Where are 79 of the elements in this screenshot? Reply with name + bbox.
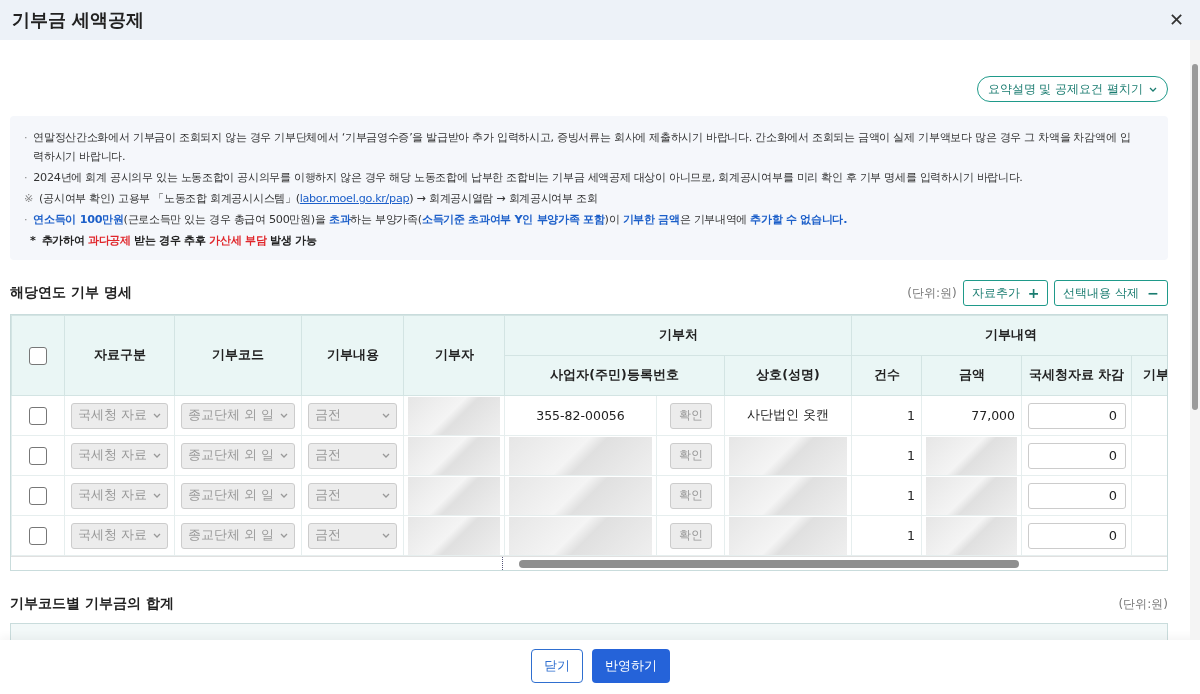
content-select[interactable]: 금전 <box>308 402 397 429</box>
verify-button[interactable]: 확인 <box>669 442 712 469</box>
apply-button[interactable]: 반영하기 <box>591 649 670 683</box>
unit-label: (단위:원) <box>1118 595 1168 613</box>
unit-label: (단위:원) <box>907 284 957 302</box>
section-title: 해당연도 기부 명세 <box>10 284 132 302</box>
deduct-field[interactable]: 0 <box>1028 402 1126 429</box>
cell-text: 355-82-00056 <box>536 408 625 423</box>
caret-icon <box>382 413 390 418</box>
caret-icon <box>153 453 161 458</box>
caret-icon <box>1149 86 1157 92</box>
deduct-field[interactable]: 0 <box>1028 482 1126 509</box>
column-header: 기부자 <box>403 315 505 396</box>
notice-text: (공시여부 확인) 고용부 「노동조합 회계공시시스템」(labor.moel.go.kr/pap) → 회계공시열람 → 회계공시여부 조회 <box>39 191 598 207</box>
notice-text: 연말정산간소화에서 기부금이 조회되지 않는 경우 기부단체에서 ‘기부금영수증’을 발급받아 추가 입력하시고, 증빙서류는 회사에 제출하시기 바랍니다. 간소화에서 조회되는 금액이 실제 기부액보다 많은 경우 그 차액을 차감액에 입력하시기 바랍니다. <box>33 130 1132 165</box>
row-checkbox[interactable] <box>29 526 47 545</box>
column-header: 상호(성명) <box>724 355 852 396</box>
content-select[interactable]: 금전 <box>308 522 397 549</box>
notice-text: 연소득이 100만원(근로소득만 있는 경우 총급여 500만원)을 초과하는 부양가족(소득기준 초과여부 Y인 부양가족 포함)이 기부한 금액은 기부내역에 추가할 수 없습니다. <box>33 212 848 228</box>
deduct-field[interactable]: 0 <box>1028 522 1126 549</box>
verify-button[interactable]: 확인 <box>669 402 712 429</box>
delete-button[interactable]: 선택내용 삭제 − <box>1054 280 1168 306</box>
column-header: 국세청자료 차감 <box>1021 355 1132 396</box>
row-checkbox[interactable] <box>29 406 47 425</box>
row-checkbox[interactable] <box>29 446 47 465</box>
system-link[interactable]: labor.moel.go.kr/pap <box>299 192 410 205</box>
close-button[interactable]: ✕ <box>1165 9 1188 31</box>
expand-button[interactable]: 요약설명 및 공제요건 펼치기 <box>976 76 1168 102</box>
source-select[interactable]: 국세청 자료 <box>71 522 168 549</box>
close-dialog-button[interactable]: 닫기 <box>530 649 583 683</box>
column-header: 건수 <box>851 355 922 396</box>
bullet-mark: · <box>24 170 28 186</box>
source-select[interactable]: 국세청 자료 <box>71 442 168 469</box>
cell-text: 1 <box>907 448 915 463</box>
content-select[interactable]: 금전 <box>308 442 397 469</box>
column-header: 금액 <box>921 355 1022 396</box>
cell-text: 사단법인 옷캔 <box>747 407 829 422</box>
cell-text: 1 <box>907 528 915 543</box>
code-select[interactable]: 종교단체 외 일 <box>181 402 295 429</box>
caret-icon <box>280 493 288 498</box>
deduct-field[interactable]: 0 <box>1028 442 1126 469</box>
verify-button[interactable]: 확인 <box>669 522 712 549</box>
source-select[interactable]: 국세청 자료 <box>71 402 168 429</box>
caret-icon <box>153 413 161 418</box>
vertical-scrollbar[interactable] <box>1190 40 1200 640</box>
caret-icon <box>280 453 288 458</box>
cell-text: 1 <box>907 488 915 503</box>
row-checkbox[interactable] <box>29 486 47 505</box>
caret-icon <box>382 453 390 458</box>
column-header: 기부내역 <box>851 315 1167 356</box>
dialog-title: 기부금 세액공제 <box>12 8 145 32</box>
section-title: 기부코드별 기부금의 합계 <box>10 595 174 613</box>
bullet-mark: ※ <box>24 191 34 207</box>
verify-button[interactable]: 확인 <box>669 482 712 509</box>
add-button[interactable]: 자료추가 + <box>962 280 1049 306</box>
code-select[interactable]: 종교단체 외 일 <box>181 522 295 549</box>
column-header: 기부내용 <box>301 315 404 396</box>
source-select[interactable]: 국세청 자료 <box>71 482 168 509</box>
caret-icon <box>280 533 288 538</box>
cell-text: 77,000 <box>971 408 1015 423</box>
cell-text: 1 <box>907 408 915 423</box>
column-header: 사업자(주민)등록번호 <box>504 355 725 396</box>
bullet-mark: · <box>24 212 28 228</box>
caret-icon <box>382 533 390 538</box>
caret-icon <box>382 493 390 498</box>
select-all-checkbox[interactable] <box>29 346 47 365</box>
column-header: 자료구분 <box>64 315 175 396</box>
caret-icon <box>280 413 288 418</box>
content-select[interactable]: 금전 <box>308 482 397 509</box>
column-header: 기부코드 <box>174 315 302 396</box>
bullet-mark: · <box>24 130 28 146</box>
code-select[interactable]: 종교단체 외 일 <box>181 442 295 469</box>
caret-icon <box>153 493 161 498</box>
column-header: 기부처 <box>504 315 852 356</box>
notice-text: 2024년에 회계 공시의무 있는 노동조합이 공시의무를 이행하지 않은 경우 해당 노동조합에 납부한 조합비는 기부금 세액공제 대상이 아니므로, 회계공시여부를 미리 확인 후 기부 명세를 입력하시기 바랍니다. <box>33 170 1023 186</box>
bullet-mark: * <box>30 233 36 249</box>
code-select[interactable]: 종교단체 외 일 <box>181 482 295 509</box>
caret-icon <box>153 533 161 538</box>
notice-text: 추가하여 과다공제 받는 경우 추후 가산세 부담 발생 가능 <box>41 233 317 249</box>
